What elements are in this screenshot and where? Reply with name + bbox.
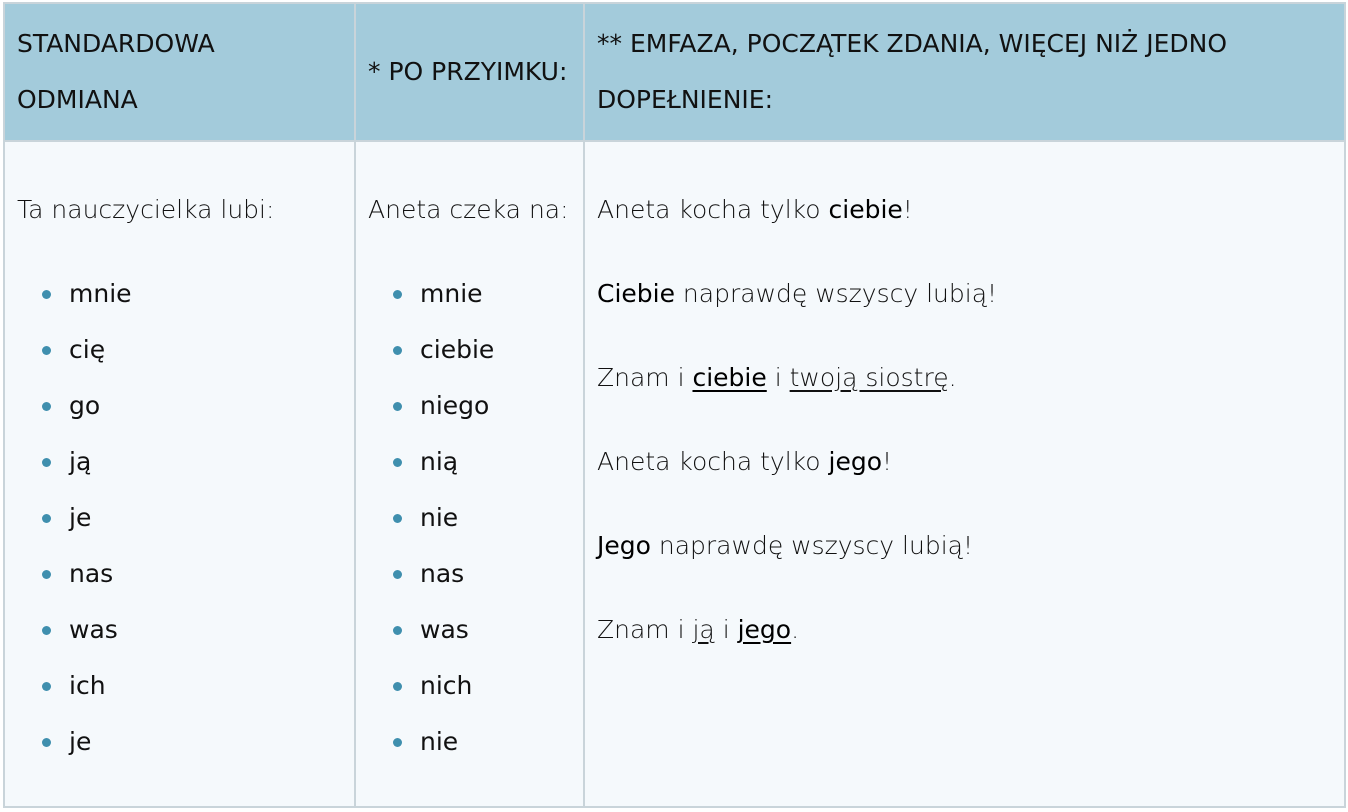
list-item: ją <box>42 442 342 498</box>
list-item: was <box>393 610 571 666</box>
bullet-icon <box>393 290 402 299</box>
list-item: was <box>42 610 342 666</box>
sentence-part: i <box>766 363 790 392</box>
list-item: mnie <box>42 274 342 330</box>
list-item: cię <box>42 330 342 386</box>
header-emphasis: ** EMFAZA, POCZĄTEK ZDANIA, WIĘCEJ NIŻ J… <box>583 2 1346 142</box>
bullet-icon <box>393 626 402 635</box>
form-text: ich <box>69 671 106 700</box>
bullet-icon <box>42 346 51 355</box>
form-text: mnie <box>69 279 132 308</box>
emphasized-pronoun: Ciebie <box>597 279 675 308</box>
sentence-part: ! <box>882 447 893 476</box>
list-item: nie <box>393 722 571 778</box>
example-sentence: Aneta kocha tylko jego! <box>597 442 1332 482</box>
preposition-lead: Aneta czeka na: <box>368 195 569 224</box>
form-text: nie <box>420 727 459 756</box>
cell-emphasis: Aneta kocha tylko ciebie! Ciebie naprawd… <box>583 140 1346 808</box>
standard-forms-list: mnie cię go ją je nas was ich je <box>17 274 342 778</box>
list-item: ich <box>42 666 342 722</box>
list-item: nie <box>393 498 571 554</box>
bullet-icon <box>42 738 51 747</box>
cell-standard: Ta nauczycielka lubi: mnie cię go ją je … <box>3 140 356 808</box>
header-row: STANDARDOWA ODMIANA * PO PRZYIMKU: ** EM… <box>3 2 1346 142</box>
standard-lead: Ta nauczycielka lubi: <box>17 195 275 224</box>
sentence-part: ! <box>902 195 913 224</box>
header-standard: STANDARDOWA ODMIANA <box>3 2 356 142</box>
bullet-icon <box>393 458 402 467</box>
bullet-icon <box>42 290 51 299</box>
sentence-part: . <box>948 363 957 392</box>
emphasized-pronoun: Jego <box>597 531 651 560</box>
bullet-icon <box>393 570 402 579</box>
sentence-part: Aneta kocha tylko <box>597 447 829 476</box>
example-sentence: Znam i ciebie i twoją siostrę. <box>597 358 1332 398</box>
list-item: niego <box>393 386 571 442</box>
underlined-pronoun: jego <box>737 615 792 644</box>
preposition-forms-list: mnie ciebie niego nią nie nas was nich n… <box>368 274 571 778</box>
sentence-part: Znam i <box>597 615 693 644</box>
underlined-object: twoją siostrę <box>789 363 949 392</box>
list-item: go <box>42 386 342 442</box>
form-text: je <box>69 503 92 532</box>
bullet-icon <box>42 402 51 411</box>
underlined-pronoun: ciebie <box>692 363 767 392</box>
example-sentence: Ciebie naprawdę wszyscy lubią! <box>597 274 1332 314</box>
list-item: ciebie <box>393 330 571 386</box>
sentence-part: naprawdę wszyscy lubią! <box>650 531 973 560</box>
bullet-icon <box>393 514 402 523</box>
bullet-icon <box>393 402 402 411</box>
example-sentence: Znam i ją i jego. <box>597 610 1332 650</box>
form-text: was <box>420 615 469 644</box>
form-text: nich <box>420 671 473 700</box>
bullet-icon <box>42 626 51 635</box>
bullet-icon <box>393 738 402 747</box>
example-sentence: Aneta kocha tylko ciebie! <box>597 190 1332 230</box>
sentence-part: i <box>714 615 738 644</box>
header-preposition: * PO PRZYIMKU: <box>354 2 585 142</box>
form-text: was <box>69 615 118 644</box>
list-item: nas <box>393 554 571 610</box>
list-item: nich <box>393 666 571 722</box>
emphasized-pronoun: ciebie <box>828 195 903 224</box>
sentence-part: Aneta kocha tylko <box>597 195 829 224</box>
pronoun-table: STANDARDOWA ODMIANA * PO PRZYIMKU: ** EM… <box>3 2 1346 808</box>
list-item: je <box>42 498 342 554</box>
form-text: go <box>69 391 101 420</box>
form-text: niego <box>420 391 490 420</box>
sentence-part: . <box>791 615 800 644</box>
bullet-icon <box>42 514 51 523</box>
body-row: Ta nauczycielka lubi: mnie cię go ją je … <box>3 140 1346 808</box>
form-text: nas <box>69 559 114 588</box>
list-item: mnie <box>393 274 571 330</box>
form-text: nią <box>420 447 459 476</box>
list-item: nas <box>42 554 342 610</box>
example-sentence: Jego naprawdę wszyscy lubią! <box>597 526 1332 566</box>
form-text: cię <box>69 335 106 364</box>
bullet-icon <box>42 682 51 691</box>
bullet-icon <box>393 682 402 691</box>
list-item: nią <box>393 442 571 498</box>
bullet-icon <box>42 570 51 579</box>
form-text: nas <box>420 559 465 588</box>
list-item: je <box>42 722 342 778</box>
underlined-object: ją <box>692 615 715 644</box>
sentence-part: Znam i <box>597 363 693 392</box>
form-text: ją <box>69 447 92 476</box>
form-text: mnie <box>420 279 483 308</box>
bullet-icon <box>42 458 51 467</box>
form-text: je <box>69 727 92 756</box>
cell-preposition: Aneta czeka na: mnie ciebie niego nią ni… <box>354 140 585 808</box>
form-text: nie <box>420 503 459 532</box>
emphasized-pronoun: jego <box>828 447 883 476</box>
sentence-part: naprawdę wszyscy lubią! <box>674 279 998 308</box>
form-text: ciebie <box>420 335 495 364</box>
bullet-icon <box>393 346 402 355</box>
